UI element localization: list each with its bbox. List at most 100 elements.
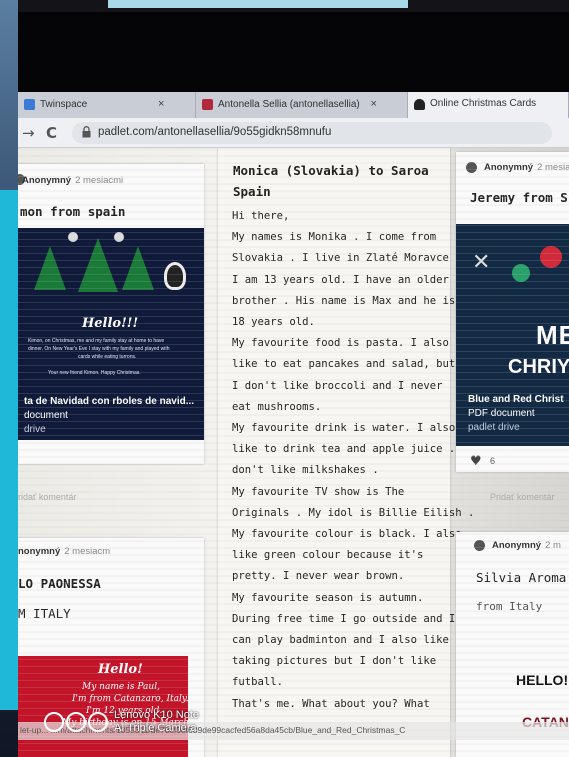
add-comment-link[interactable]: ridať komentár xyxy=(18,492,76,502)
add-comment-link[interactable]: Pridať komentár xyxy=(490,492,554,502)
post-author: nonymný 2 mesiacm xyxy=(18,546,111,557)
close-icon[interactable]: ✕ xyxy=(472,250,490,275)
post-body-line: My favourite food is pasta. I also xyxy=(232,337,449,350)
post-body-line: futball. xyxy=(232,676,284,689)
post-body-line: That's me. What about you? What xyxy=(232,697,430,710)
padlet-profile-icon xyxy=(202,99,213,110)
close-tab-icon[interactable]: × xyxy=(158,98,164,110)
attachment-title: ta de Navidad con rboles de navid... xyxy=(24,396,195,407)
post-title: Silvia Aroma xyxy=(476,570,567,585)
tab-label: Antonella Sellia (antonellasellia) xyxy=(218,99,360,110)
card-text-line: cards while eating turrons. xyxy=(78,354,137,360)
card-text-line: dinner. On New Year's Eve I stay with my… xyxy=(28,346,170,352)
post-body-line: like to eat pancakes and salad, but xyxy=(232,358,456,371)
post-body-line: My names is Monika . I come from xyxy=(232,231,437,244)
card-headline: HELLO! N xyxy=(516,672,569,688)
ornament-icon xyxy=(540,246,562,268)
heart-icon[interactable]: ♥ xyxy=(470,454,482,469)
monitor-screen: Twinspace × Antonella Sellia (antonellas… xyxy=(18,92,569,757)
post-body-line: Slovakia . I live in Zlaté Moravce . xyxy=(232,252,462,265)
ornament-icon xyxy=(512,264,530,282)
christmas-tree-icon xyxy=(122,246,154,290)
christmas-tree-icon xyxy=(34,246,66,290)
forward-button[interactable]: → xyxy=(22,124,35,142)
card-greeting: Hello! xyxy=(98,662,143,677)
post-body-line: 18 years old. xyxy=(232,316,315,329)
tab-twinspace[interactable]: Twinspace × xyxy=(18,92,196,118)
post-author: Anonymný 2 mesiacmi xyxy=(22,175,124,186)
post-body-line: brother . His name is Max and he is xyxy=(232,294,456,307)
post-body-line: Originals . My idol is Billie Eilish . xyxy=(232,506,475,519)
tab-antonella[interactable]: Antonella Sellia (antonellasellia) × xyxy=(196,92,408,118)
browser-tab-bar: Twinspace × Antonella Sellia (antonellas… xyxy=(18,92,569,118)
cyan-background xyxy=(0,190,18,710)
post-body-line: During free time I go outside and I xyxy=(232,612,456,625)
post-author: Anonymný 2 m xyxy=(492,540,561,551)
attachment-type: PDF document xyxy=(468,408,535,419)
card-headline: CHRIY xyxy=(508,356,569,378)
card-headline: ME xyxy=(536,320,569,350)
watermark-line: Lenovo K10 Note xyxy=(114,709,200,721)
tab-online-christmas-cards[interactable]: Online Christmas Cards xyxy=(408,92,569,118)
padlet-wall: Anonymný 2 mesiacmi mon from spain Hello!… xyxy=(18,148,569,757)
post-body-line: Hi there, xyxy=(232,210,290,222)
post-body-line: My favourite season is autumn. xyxy=(232,591,424,604)
reload-button[interactable]: C xyxy=(46,124,57,142)
camera-watermark-logo xyxy=(44,712,108,732)
attachment-type: document xyxy=(24,410,68,421)
attachment-source: drive xyxy=(24,424,46,435)
post-body-line: eat mushrooms. xyxy=(232,400,322,413)
post-title: mon from spain xyxy=(20,204,126,219)
post-body-line: can play badminton and I also like xyxy=(232,634,449,647)
card-text-line: Your new friend Kimon. Happy Christmas. xyxy=(48,370,141,376)
light-reflection xyxy=(108,0,408,8)
card-text-line: I'm from Catanzaro, Italy. xyxy=(72,694,188,704)
paul-card-image[interactable]: Hello! My name is Paul, I'm from Catanza… xyxy=(18,656,188,757)
tab-label: Twinspace xyxy=(40,99,88,110)
padlet-icon xyxy=(414,99,425,110)
post-title: LO PAONESSA xyxy=(18,576,101,591)
monitor-bezel xyxy=(18,12,569,92)
lock-icon xyxy=(82,126,91,138)
christmas-card-image[interactable]: Hello!!! Kimon, on Christmas, me and my … xyxy=(18,228,204,394)
attachment-source: padlet drive xyxy=(468,422,520,433)
twinspace-icon xyxy=(24,99,35,110)
post-body-line: don't like milkshakes . xyxy=(232,464,379,477)
watermark-line: AI Triple Camera xyxy=(114,722,197,734)
tab-label: Online Christmas Cards xyxy=(430,98,537,109)
post-author: Anonymný 2 mesia xyxy=(484,162,569,173)
christmas-pdf-preview[interactable]: ✕ ME CHRIY Blue and Red Christ PDF docum… xyxy=(456,224,569,446)
url-text: padlet.com/antonellasellia/9o55gidkn58mn… xyxy=(98,126,332,138)
like-count: 6 xyxy=(490,456,496,466)
christmas-tree-icon xyxy=(78,238,118,292)
post-body-line: I don't like broccoli and I never xyxy=(232,379,443,392)
post-body-line: My favourite colour is black. I also xyxy=(232,528,462,541)
post-subtitle: M ITALY xyxy=(18,606,71,621)
photo-top-edge xyxy=(0,0,569,12)
post-body-line: like to drink tea and apple juice . I xyxy=(232,443,468,456)
post-subtitle: from Italy xyxy=(476,600,543,613)
post-body-line: My favourite drink is water. I also xyxy=(232,422,456,435)
post-body: Hi there, My names is Monika . I come fro… xyxy=(232,206,475,715)
post-card-kimon[interactable]: Anonymný 2 mesiacmi mon from spain Hello!… xyxy=(18,164,204,464)
photo-left-edge xyxy=(0,0,18,757)
card-greeting: Hello!!! xyxy=(82,316,139,331)
avatar xyxy=(474,540,485,551)
post-body-line: taking pictures but I don't like xyxy=(232,655,437,668)
post-body-line: pretty. I never wear brown. xyxy=(232,570,405,583)
attachment-caption[interactable]: ta de Navidad con rboles de navid... doc… xyxy=(18,392,204,440)
url-field[interactable]: padlet.com/antonellasellia/9o55gidkn58mn… xyxy=(72,122,552,144)
camera-watermark: Lenovo K10 Note AI Triple Camera xyxy=(114,709,199,735)
close-tab-icon[interactable]: × xyxy=(371,98,377,110)
attachment-title: Blue and Red Christ xyxy=(468,394,564,405)
post-title: Jeremy from S xyxy=(470,190,568,205)
ornament-icon xyxy=(68,232,78,242)
post-body-line: I am 13 years old. I have an older xyxy=(232,273,449,286)
card-text-line: Kimon, on Christmas, me and my family st… xyxy=(28,338,165,344)
card-text-line: My name is Paul, xyxy=(82,682,160,692)
ornament-icon xyxy=(114,232,124,242)
post-body-line: My favourite TV show is The xyxy=(232,485,405,498)
avatar xyxy=(466,162,477,173)
address-bar: → C padlet.com/antonellasellia/9o55gidkn… xyxy=(18,118,569,148)
penguin-icon xyxy=(164,262,186,290)
